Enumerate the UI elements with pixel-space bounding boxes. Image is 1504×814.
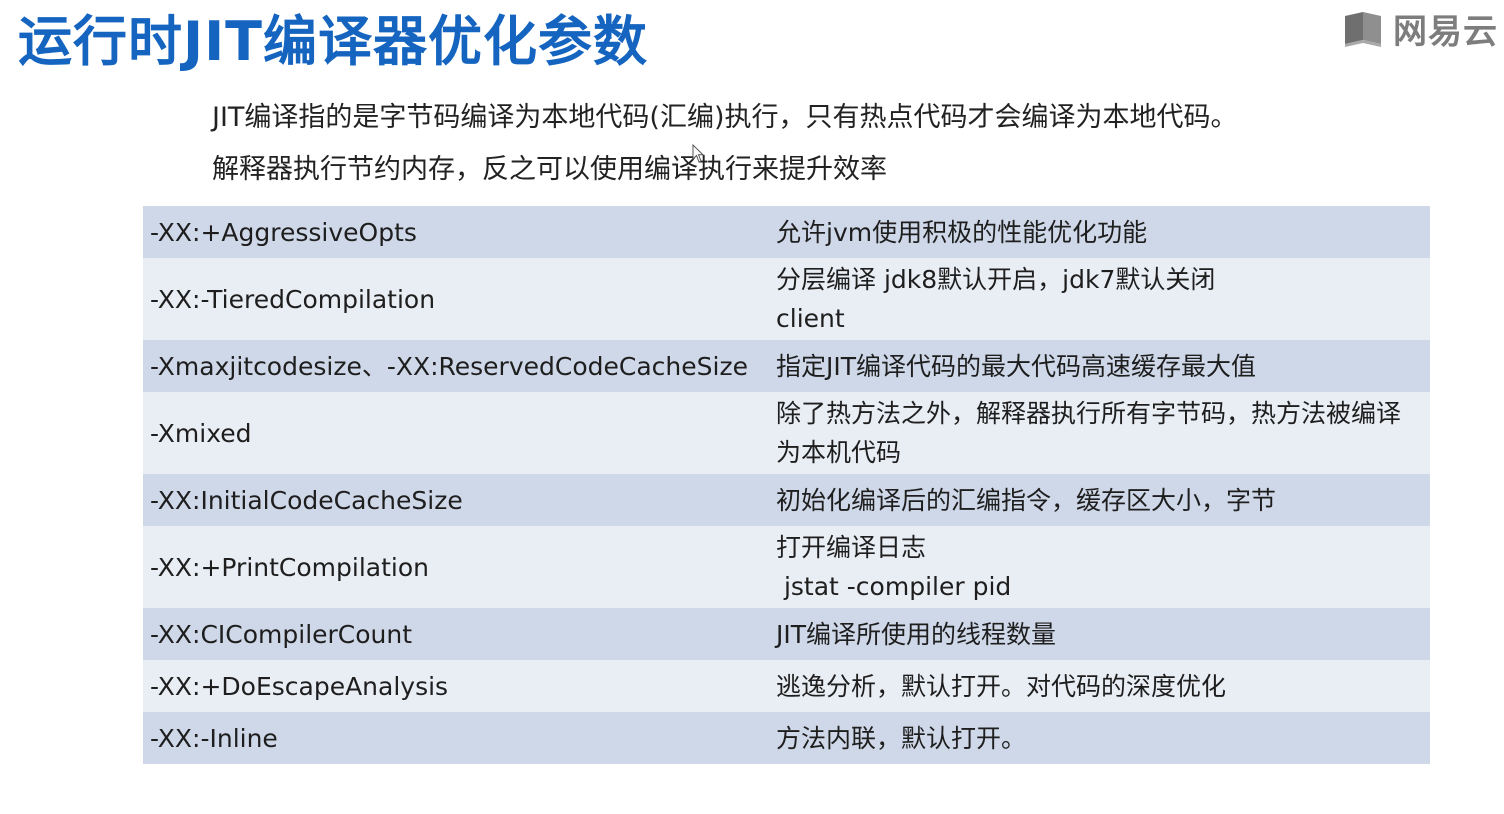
- table-row: -XX:-Inline 方法内联，默认打开。: [143, 712, 1430, 764]
- table-row: -XX:+PrintCompilation 打开编译日志 jstat -compi…: [143, 526, 1430, 608]
- param-desc-cell: 打开编译日志 jstat -compiler pid: [763, 526, 1430, 608]
- param-name-cell: -XX:+AggressiveOpts: [143, 206, 763, 258]
- param-desc-line: 方法内联，默认打开。: [776, 723, 1027, 753]
- param-desc-cell: 除了热方法之外，解释器执行所有字节码，热方法被编译 为本机代码: [763, 392, 1430, 474]
- jit-params-table: -XX:+AggressiveOpts 允许jvm使用积极的性能优化功能 -XX:-…: [143, 206, 1430, 764]
- param-name-cell: -XX:InitialCodeCacheSize: [143, 474, 763, 526]
- param-desc-line: 逃逸分析，默认打开。对代码的深度优化: [776, 671, 1227, 701]
- param-name-cell: -XX:-TieredCompilation: [143, 258, 763, 340]
- book-icon: [1345, 11, 1381, 47]
- param-desc-cell: 分层编译 jdk8默认开启，jdk7默认关闭 client: [763, 258, 1430, 340]
- param-desc-line: 初始化编译后的汇编指令，缓存区大小，字节: [776, 485, 1277, 515]
- table-row: -XX:CICompilerCount JIT编译所使用的线程数量: [143, 608, 1430, 660]
- param-desc-line: 打开编译日志: [776, 533, 927, 562]
- logo-text: 网易云: [1393, 12, 1498, 52]
- table-row: -XX:InitialCodeCacheSize 初始化编译后的汇编指令，缓存区大…: [143, 474, 1430, 526]
- param-desc-line: 为本机代码: [776, 438, 902, 467]
- param-desc-line: 指定JIT编译代码的最大代码高速缓存最大值: [776, 351, 1257, 381]
- param-desc-line: jstat -compiler pid: [776, 572, 1012, 601]
- param-name-cell: -XX:+PrintCompilation: [143, 526, 763, 608]
- table-row: -XX:+AggressiveOpts 允许jvm使用积极的性能优化功能: [143, 206, 1430, 258]
- param-name-cell: -Xmaxjitcodesize、-XX:ReservedCodeCacheSi…: [143, 340, 763, 392]
- param-name-cell: -XX:CICompilerCount: [143, 608, 763, 660]
- table-row: -Xmixed 除了热方法之外，解释器执行所有字节码，热方法被编译 为本机代码: [143, 392, 1430, 474]
- param-desc-line: client: [776, 304, 845, 333]
- param-desc-cell: 逃逸分析，默认打开。对代码的深度优化: [763, 660, 1430, 712]
- intro-line-2: 解释器执行节约内存，反之可以使用编译执行来提升效率: [212, 154, 887, 185]
- param-name-cell: -XX:-Inline: [143, 712, 763, 764]
- page-title: 运行时JIT编译器优化参数: [18, 10, 649, 73]
- param-desc-cell: 指定JIT编译代码的最大代码高速缓存最大值: [763, 340, 1430, 392]
- brand-logo: 网易云: [1341, 4, 1498, 53]
- mouse-cursor-icon: [692, 144, 705, 163]
- param-name-cell: -XX:+DoEscapeAnalysis: [143, 660, 763, 712]
- intro-line-1: JIT编译指的是字节码编译为本地代码(汇编)执行，只有热点代码才会编译为本地代码…: [212, 102, 1238, 133]
- param-desc-cell: 方法内联，默认打开。: [763, 712, 1430, 764]
- table-row: -XX:+DoEscapeAnalysis 逃逸分析，默认打开。对代码的深度优化: [143, 660, 1430, 712]
- param-desc-line: 分层编译 jdk8默认开启，jdk7默认关闭: [776, 265, 1216, 294]
- table-row: -Xmaxjitcodesize、-XX:ReservedCodeCacheSi…: [143, 340, 1430, 392]
- table-row: -XX:-TieredCompilation 分层编译 jdk8默认开启，jdk7…: [143, 258, 1430, 340]
- param-desc-cell: 初始化编译后的汇编指令，缓存区大小，字节: [763, 474, 1430, 526]
- param-desc-line: 除了热方法之外，解释器执行所有字节码，热方法被编译: [776, 399, 1402, 428]
- param-desc-cell: JIT编译所使用的线程数量: [763, 608, 1430, 660]
- param-desc-line: 允许jvm使用积极的性能优化功能: [776, 217, 1148, 247]
- param-desc-cell: 允许jvm使用积极的性能优化功能: [763, 206, 1430, 258]
- param-name-cell: -Xmixed: [143, 392, 763, 474]
- param-desc-line: JIT编译所使用的线程数量: [776, 619, 1057, 649]
